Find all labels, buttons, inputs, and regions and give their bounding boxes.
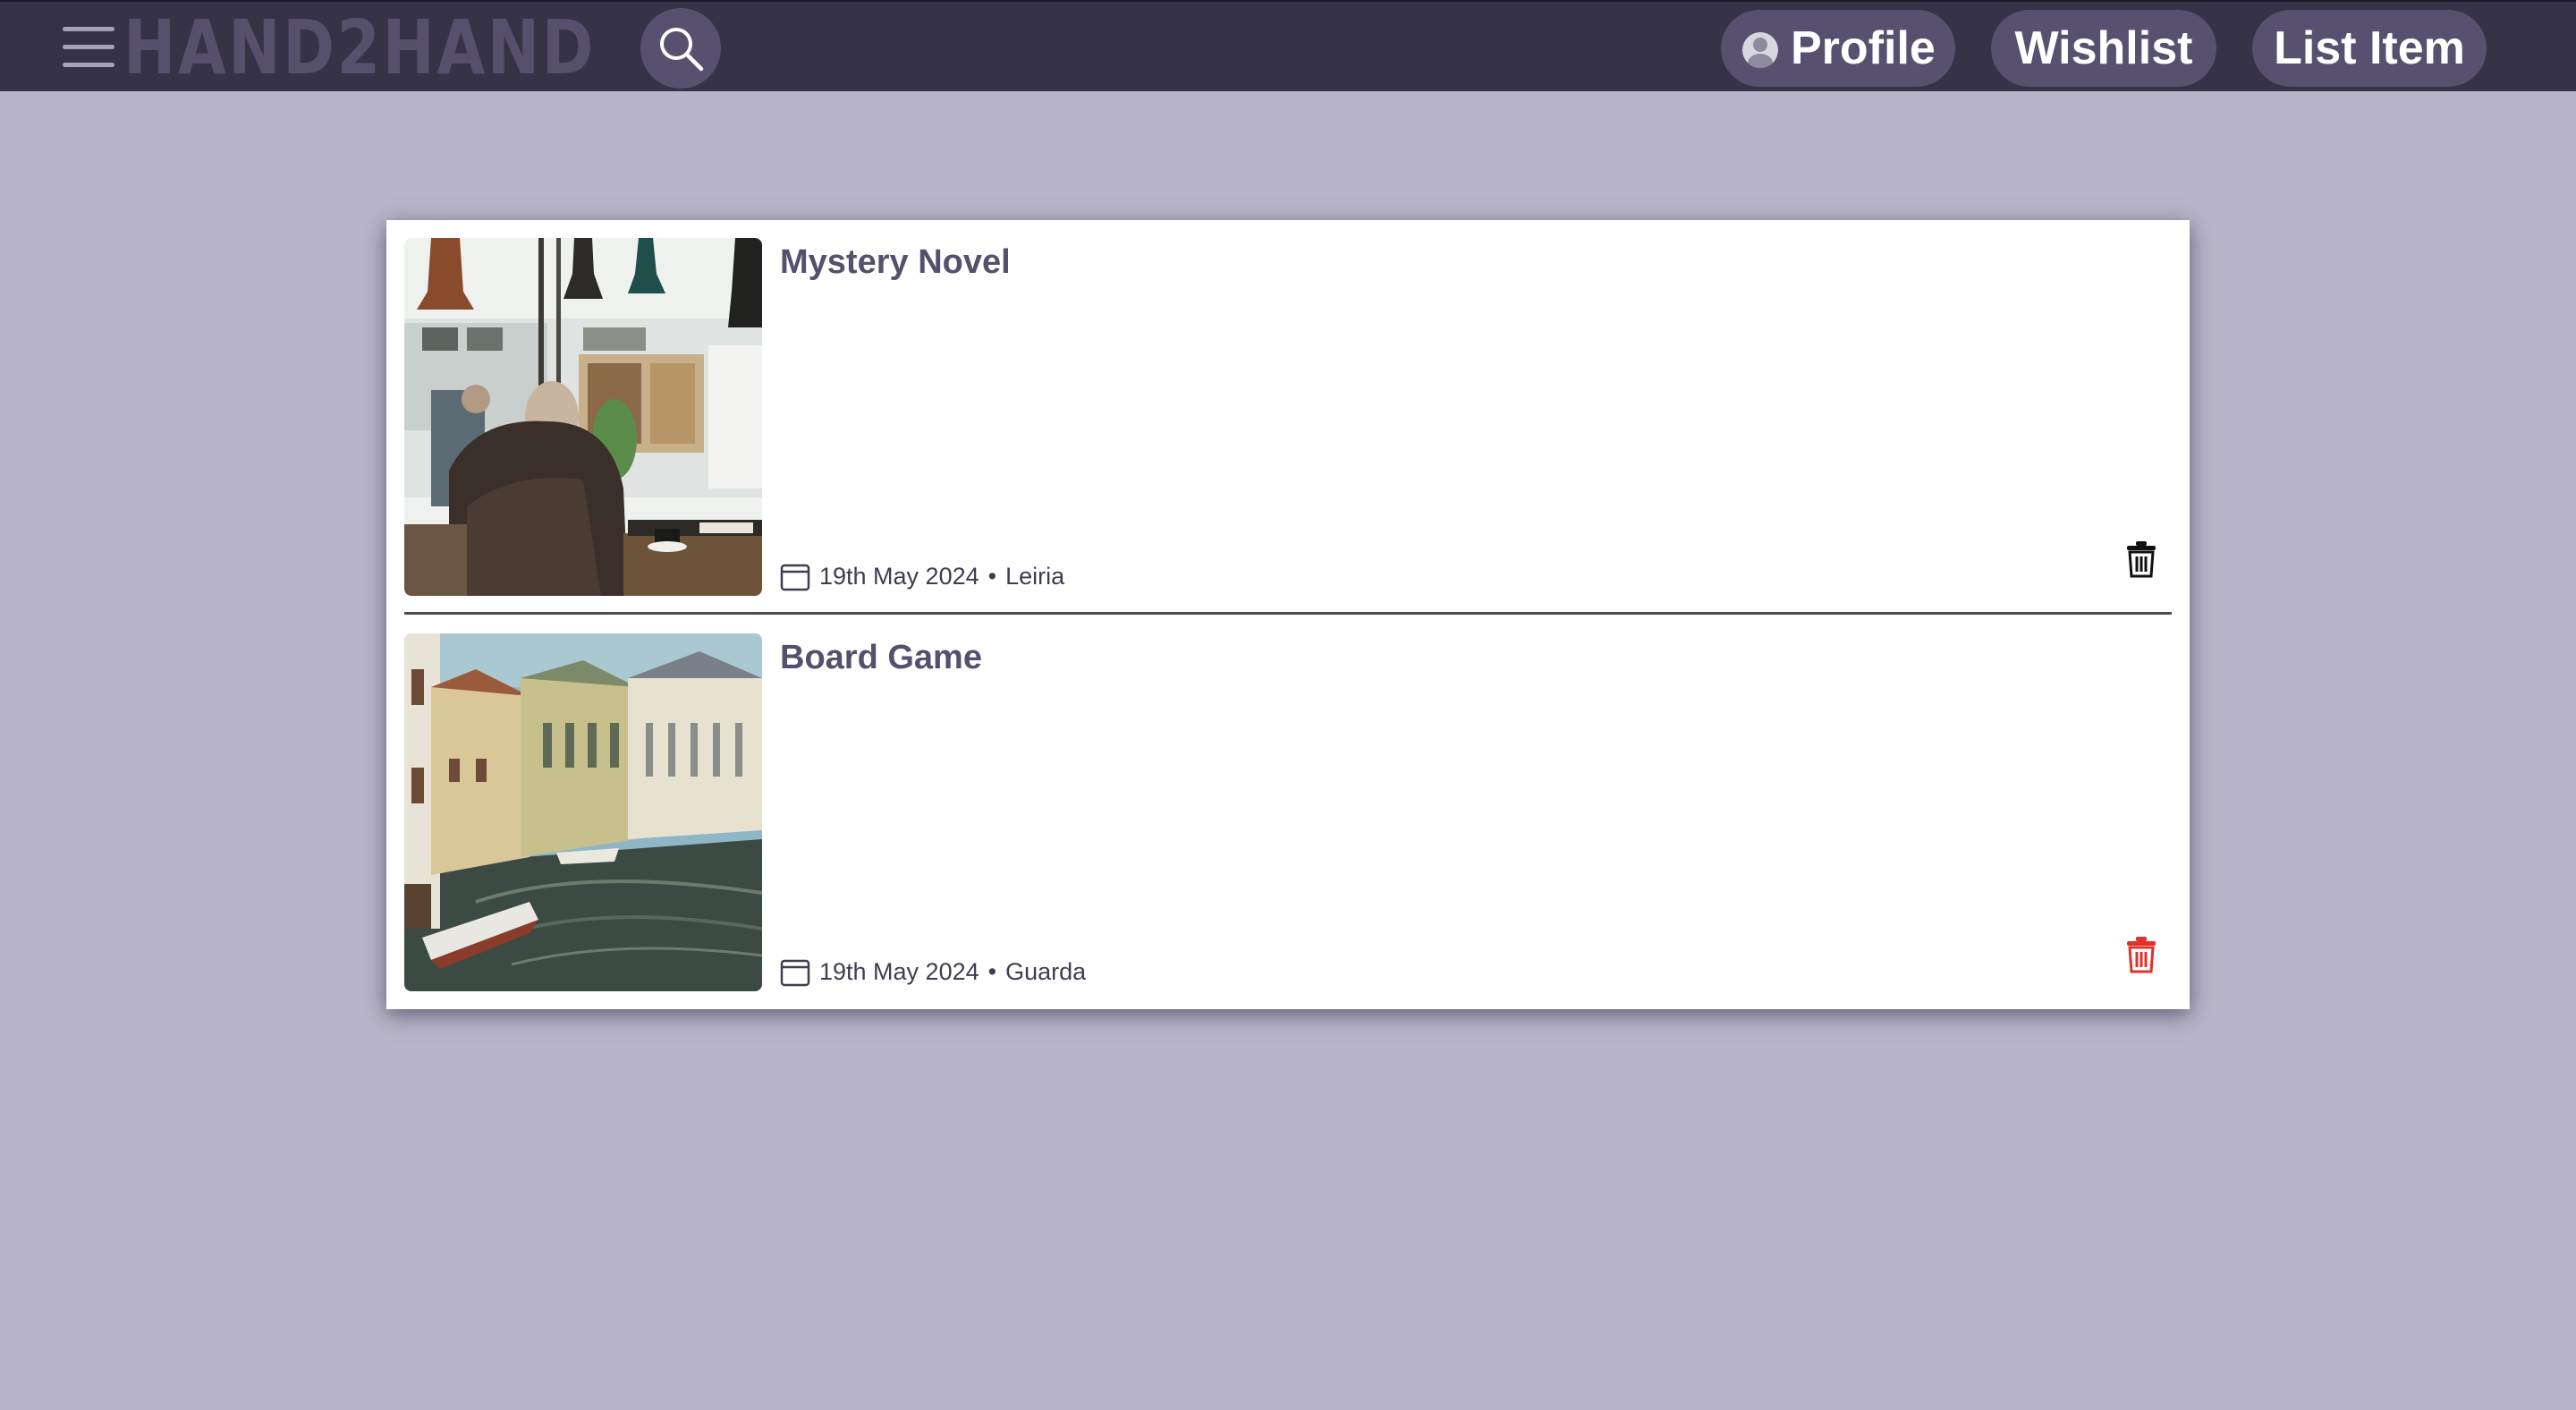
- item-divider: [404, 612, 2172, 615]
- listing-location: Guarda: [1005, 957, 1087, 985]
- menu-line: [63, 27, 114, 31]
- listing-meta: 19th May 2024 • Leiria: [780, 560, 1064, 592]
- listing-location: Leiria: [1005, 562, 1065, 590]
- listing-date: 19th May 2024: [819, 957, 979, 985]
- top-navigation-bar: HAND2HAND Profile Wishlist List Item: [0, 0, 2576, 91]
- listing-thumbnail[interactable]: [404, 238, 762, 596]
- search-icon: [660, 28, 704, 72]
- listing-thumbnail[interactable]: [404, 633, 762, 991]
- cafe-photo-image: [404, 238, 762, 596]
- listing-item: Mystery Novel 19th May 2024 • Leiria: [404, 238, 2172, 596]
- calendar-icon: [780, 959, 810, 987]
- profile-label: Profile: [1791, 22, 1936, 74]
- meta-separator: •: [987, 957, 997, 985]
- profile-button[interactable]: Profile: [1721, 10, 1955, 87]
- menu-line: [63, 63, 114, 67]
- search-button[interactable]: [640, 8, 721, 89]
- avatar-icon: [1742, 32, 1778, 68]
- canal-photo-image: [404, 633, 762, 991]
- wishlist-button[interactable]: Wishlist: [1991, 10, 2216, 87]
- listings-panel: Mystery Novel 19th May 2024 • Leiria Boa…: [386, 220, 2190, 1009]
- listing-date: 19th May 2024: [819, 562, 979, 590]
- listing-title[interactable]: Mystery Novel: [780, 242, 1011, 283]
- listing-title[interactable]: Board Game: [780, 637, 982, 678]
- hamburger-menu-icon[interactable]: [63, 23, 114, 72]
- listing-item: Board Game 19th May 2024 • Guarda: [404, 633, 2172, 991]
- meta-separator: •: [987, 562, 997, 590]
- trash-icon[interactable]: [2125, 540, 2157, 578]
- calendar-icon: [780, 564, 810, 591]
- list-item-button[interactable]: List Item: [2252, 10, 2487, 87]
- listing-meta: 19th May 2024 • Guarda: [780, 956, 1086, 988]
- menu-line: [63, 45, 114, 49]
- site-logo[interactable]: HAND2HAND: [123, 9, 596, 86]
- trash-icon[interactable]: [2125, 936, 2157, 973]
